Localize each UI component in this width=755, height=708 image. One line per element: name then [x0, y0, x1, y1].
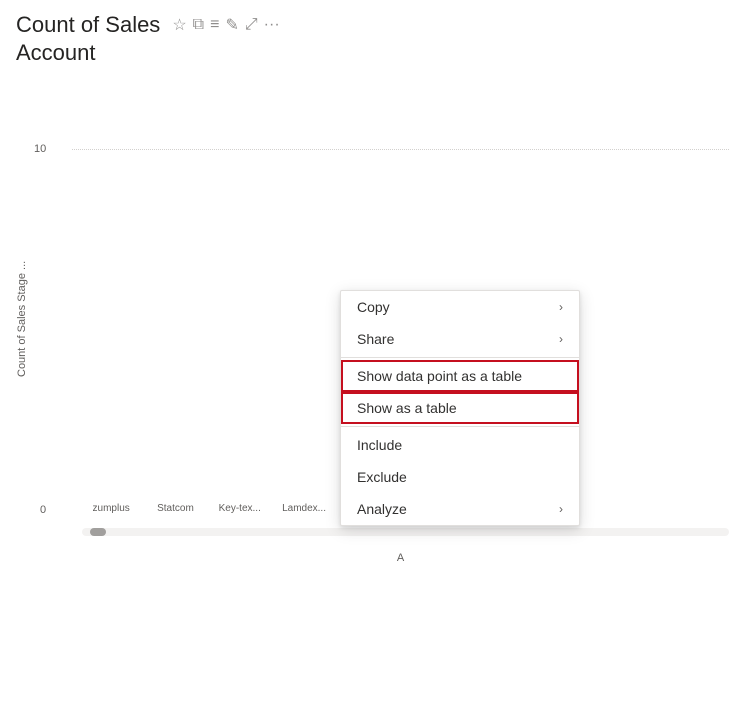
bar-group[interactable]: Lamdex... [275, 499, 333, 514]
pin-icon[interactable]: ☆ [172, 15, 186, 35]
filter-icon[interactable]: ≡ [210, 16, 219, 34]
menu-item-label: Share [357, 331, 394, 347]
bar-label: Statcom [157, 503, 194, 514]
expand-icon[interactable]: ⤢ [245, 16, 258, 34]
more-options-icon[interactable]: ··· [264, 16, 280, 34]
bar-group[interactable] [661, 510, 719, 514]
menu-divider [341, 357, 579, 358]
y-axis-label: Count of Sales Stage ... [16, 219, 28, 419]
menu-item-show-as-table[interactable]: Show as a table [341, 392, 579, 424]
menu-item-include[interactable]: Include [341, 429, 579, 461]
bar-group[interactable]: Key-tex... [211, 499, 269, 514]
chevron-right-icon: › [559, 300, 563, 314]
toolbar-icons: ☆ ⧉ ≡ ✎ ⤢ ··· [172, 15, 279, 35]
chevron-right-icon: › [559, 332, 563, 346]
focus-icon[interactable]: ⧉ [193, 16, 204, 34]
menu-item-show-data-point-table[interactable]: Show data point as a table [341, 360, 579, 392]
bar-label: Key-tex... [219, 503, 261, 514]
menu-item-label: Copy [357, 299, 390, 315]
x-axis-title: A [72, 552, 729, 564]
y-tick-10: 10 [34, 143, 46, 155]
scrollbar-area[interactable] [82, 528, 729, 536]
y-tick-0: 0 [40, 504, 46, 516]
chart-title: Count of Sales [16, 12, 160, 38]
edit-icon[interactable]: ✎ [225, 15, 238, 35]
chart-subtitle: Account [16, 40, 739, 66]
bar-group[interactable]: zumplus [82, 499, 140, 514]
bar-group[interactable] [596, 510, 654, 514]
context-menu: Copy › Share › Show data point as a table Sho… [340, 290, 580, 526]
menu-item-analyze[interactable]: Analyze › [341, 493, 579, 525]
menu-item-label: Analyze [357, 501, 407, 517]
menu-divider [341, 426, 579, 427]
bar-group[interactable]: Statcom [146, 499, 204, 514]
bar-label: zumplus [93, 503, 130, 514]
chart-container: Count of Sales ☆ ⧉ ≡ ✎ ⤢ ··· Account Cou… [0, 0, 755, 708]
menu-item-label: Exclude [357, 469, 407, 485]
bar-label: Lamdex... [282, 503, 326, 514]
chevron-right-icon: › [559, 502, 563, 516]
menu-item-label: Show as a table [357, 400, 457, 416]
scrollbar-thumb[interactable] [90, 528, 106, 536]
menu-item-copy[interactable]: Copy › [341, 291, 579, 323]
chart-title-area: Count of Sales ☆ ⧉ ≡ ✎ ⤢ ··· [16, 12, 739, 38]
menu-item-exclude[interactable]: Exclude [341, 461, 579, 493]
menu-item-share[interactable]: Share › [341, 323, 579, 355]
menu-item-label: Include [357, 437, 402, 453]
menu-item-label: Show data point as a table [357, 368, 522, 384]
